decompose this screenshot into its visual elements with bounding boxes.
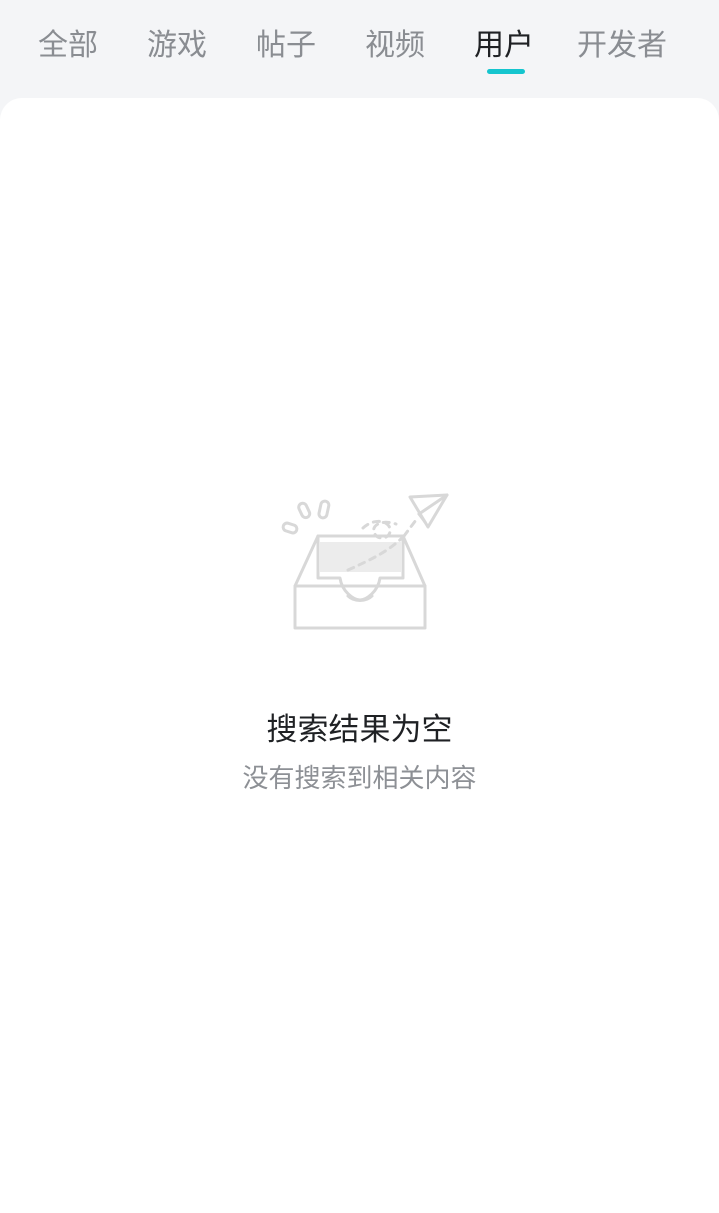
tab-games[interactable]: 游戏: [147, 26, 207, 68]
tab-users[interactable]: 用户: [474, 26, 534, 68]
category-tabs: 全部 游戏 帖子 视频 用户 开发者: [0, 0, 719, 98]
tab-videos[interactable]: 视频: [365, 26, 425, 68]
tab-developers[interactable]: 开发者: [577, 26, 667, 68]
empty-state-subtitle: 没有搜索到相关内容: [242, 764, 477, 794]
tab-posts[interactable]: 帖子: [256, 26, 316, 68]
tab-all[interactable]: 全部: [38, 26, 98, 68]
empty-inbox-paper-plane-icon: [280, 492, 450, 632]
empty-state-title: 搜索结果为空: [266, 712, 453, 748]
active-tab-indicator: [487, 69, 525, 74]
results-panel: [0, 98, 719, 1213]
